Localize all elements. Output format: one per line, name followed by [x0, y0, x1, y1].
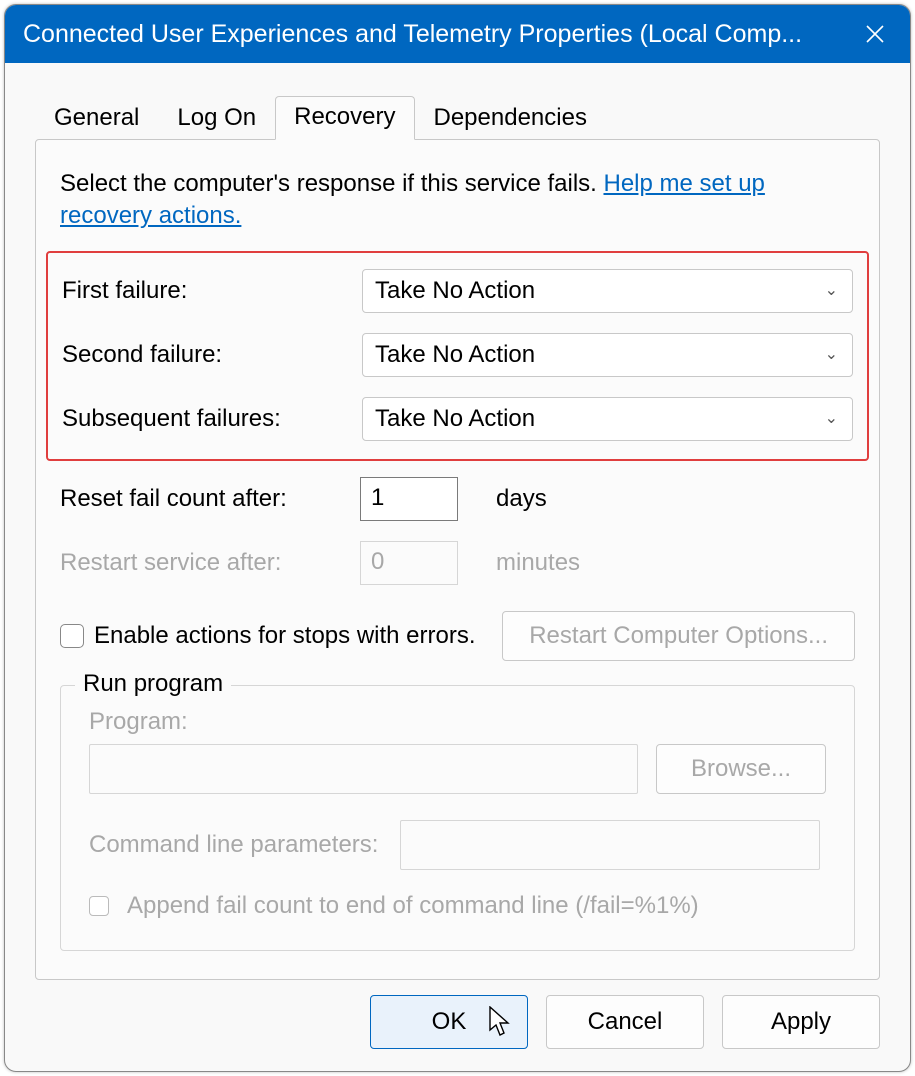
program-input	[89, 744, 638, 794]
recovery-panel: Select the computer's response if this s…	[35, 139, 880, 980]
intro-text: Select the computer's response if this s…	[60, 168, 855, 233]
chevron-down-icon: ⌄	[825, 344, 838, 364]
intro-prefix: Select the computer's response if this s…	[60, 170, 603, 197]
tab-row: General Log On Recovery Dependencies	[35, 91, 910, 139]
first-failure-label: First failure:	[62, 277, 362, 305]
enable-actions-checkbox[interactable]	[60, 624, 84, 648]
browse-button: Browse...	[656, 744, 826, 794]
cancel-button[interactable]: Cancel	[546, 995, 704, 1049]
tab-dependencies[interactable]: Dependencies	[415, 97, 606, 140]
restart-service-unit: minutes	[496, 549, 580, 577]
restart-service-label: Restart service after:	[60, 549, 360, 577]
first-failure-value: Take No Action	[375, 277, 840, 305]
dialog-buttons: OK Cancel Apply	[370, 995, 880, 1049]
subsequent-failures-combo[interactable]: Take No Action ⌄	[362, 397, 853, 441]
enable-actions-label: Enable actions for stops with errors.	[94, 622, 476, 650]
restart-service-input: 0	[360, 541, 458, 585]
program-label: Program:	[89, 708, 826, 736]
second-failure-combo[interactable]: Take No Action ⌄	[362, 333, 853, 377]
first-failure-combo[interactable]: Take No Action ⌄	[362, 269, 853, 313]
chevron-down-icon: ⌄	[825, 280, 838, 300]
subsequent-failures-value: Take No Action	[375, 405, 840, 433]
restart-computer-options-button: Restart Computer Options...	[502, 611, 855, 661]
cmd-params-label: Command line parameters:	[89, 831, 378, 859]
reset-fail-count-input[interactable]: 1	[360, 477, 458, 521]
chevron-down-icon: ⌄	[825, 408, 838, 428]
append-fail-count-checkbox	[89, 896, 109, 916]
enable-actions-row: Enable actions for stops with errors. Re…	[60, 611, 855, 661]
restart-service-value: 0	[371, 542, 384, 576]
reset-fail-count-unit: days	[496, 485, 547, 513]
dialog-window: Connected User Experiences and Telemetry…	[4, 4, 911, 1072]
close-icon	[865, 24, 885, 44]
tab-logon[interactable]: Log On	[158, 97, 275, 140]
second-failure-label: Second failure:	[62, 341, 362, 369]
run-program-group: Run program Program: Browse... Command l…	[60, 685, 855, 951]
reset-fail-count-value: 1	[371, 478, 384, 512]
ok-button[interactable]: OK	[370, 995, 528, 1049]
failure-highlight-box: First failure: Take No Action ⌄ Second f…	[46, 251, 869, 461]
apply-button[interactable]: Apply	[722, 995, 880, 1049]
cmd-params-input	[400, 820, 820, 870]
close-button[interactable]	[840, 5, 910, 63]
reset-fail-count-label: Reset fail count after:	[60, 485, 360, 513]
subsequent-failures-label: Subsequent failures:	[62, 405, 362, 433]
tab-recovery[interactable]: Recovery	[275, 96, 414, 140]
run-program-legend: Run program	[75, 670, 231, 698]
second-failure-value: Take No Action	[375, 341, 840, 369]
append-fail-count-label: Append fail count to end of command line…	[127, 892, 699, 920]
tab-general[interactable]: General	[35, 97, 158, 140]
titlebar: Connected User Experiences and Telemetry…	[5, 5, 910, 63]
window-title: Connected User Experiences and Telemetry…	[23, 20, 840, 49]
